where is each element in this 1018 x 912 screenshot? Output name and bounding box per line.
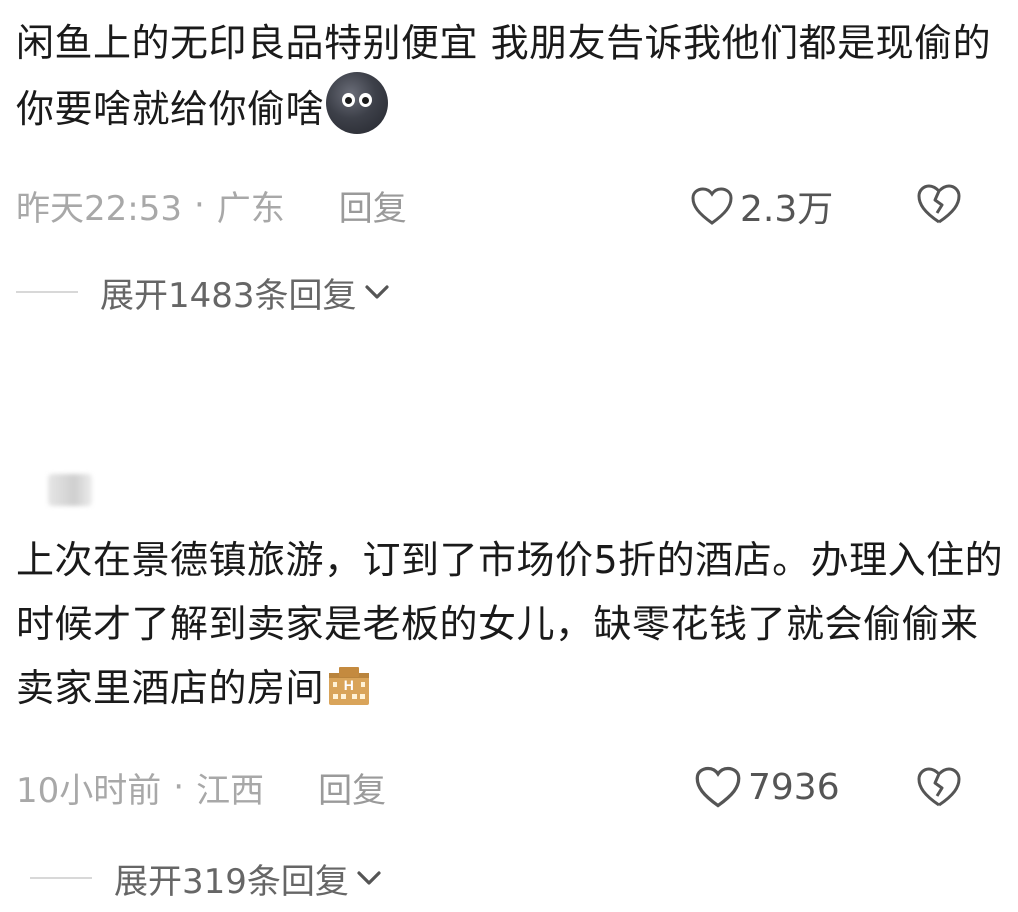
avatar[interactable] [48,474,92,506]
comment-2-meta: 10小时前 · 江西 回复 [16,762,1006,812]
svg-text:H: H [344,677,355,693]
divider [16,291,78,293]
comment-1-expand-replies[interactable]: 展开1483条回复 [16,272,391,316]
comment-2-expand-label: 展开319条回复 [114,861,349,902]
hotel-emoji-icon: H [329,667,370,705]
comment-1-location: 广东 [216,188,285,229]
comment-2-reply-button[interactable]: 回复 [318,763,386,812]
heart-outline-icon [695,766,741,808]
comment-1-reply-button[interactable]: 回复 [339,181,407,230]
comment-1-time: 昨天22:53 [16,188,182,229]
comment-1-text: 闲鱼上的无印良品特别便宜 我朋友告诉我他们都是现偷的 你要啥就给你偷啥 [16,21,1004,131]
comment-2-text: 上次在景德镇旅游，订到了市场价5折的酒店。办理入住的时候才了解到卖家是老板的女儿… [16,538,1004,710]
broken-heart-icon[interactable] [916,766,962,808]
comment-2-expand-replies[interactable]: 展开319条回复 [30,858,383,902]
comment-2-time: 10小时前 [16,770,162,811]
comment-1-expand-label: 展开1483条回复 [100,275,357,316]
comment-2-location: 江西 [196,770,265,811]
broken-heart-icon[interactable] [916,183,962,225]
divider [30,877,92,879]
comment-1-like-button[interactable]: 2.3万 [690,180,833,232]
chevron-down-icon [357,871,381,885]
meta-separator: · [173,767,185,807]
comment-2: 上次在景德镇旅游，订到了市场价5折的酒店。办理入住的时候才了解到卖家是老板的女儿… [16,528,1006,720]
dark-face-emoji-icon [326,72,389,134]
comment-2-like-button[interactable]: 7936 [694,765,840,809]
comment-1-meta: 昨天22:53 · 广东 回复 [16,180,1006,230]
comment-1-like-count: 2.3万 [740,189,834,230]
comment-2-like-count: 7936 [748,766,840,808]
chevron-down-icon [364,285,389,299]
comment-1-body: 闲鱼上的无印良品特别便宜 我朋友告诉我他们都是现偷的 你要啥就给你偷啥 [16,14,1006,138]
comment-1: 闲鱼上的无印良品特别便宜 我朋友告诉我他们都是现偷的 你要啥就给你偷啥 [16,14,1006,138]
meta-separator: · [193,185,205,225]
heart-outline-icon [691,187,733,225]
comment-2-body: 上次在景德镇旅游，订到了市场价5折的酒店。办理入住的时候才了解到卖家是老板的女儿… [16,528,1006,720]
